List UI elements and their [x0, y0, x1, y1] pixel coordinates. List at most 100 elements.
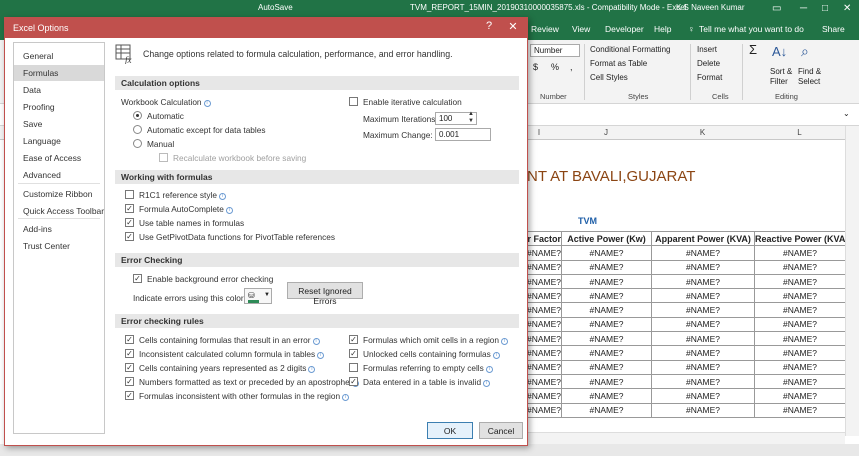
table-cell[interactable]: #NAME?	[561, 273, 652, 290]
table-header-cell[interactable]: Reactive Power (KVA	[754, 230, 846, 247]
nav-item-proofing[interactable]: Proofing	[14, 99, 104, 115]
table-cell[interactable]: #NAME?	[561, 288, 652, 304]
table-cell[interactable]: #NAME?	[754, 388, 846, 404]
rule-label[interactable]: Cells containing formulas that result in…	[139, 335, 320, 345]
tab-developer[interactable]: Developer	[605, 24, 644, 34]
automatic-radio[interactable]	[133, 111, 142, 120]
restore-icon[interactable]: ▭	[772, 3, 781, 14]
reset-ignored-errors-button[interactable]: Reset Ignored Errors	[287, 282, 363, 306]
nav-item-add-ins[interactable]: Add-ins	[14, 221, 104, 237]
nav-item-customize-ribbon[interactable]: Customize Ribbon	[14, 186, 104, 202]
working-option-label[interactable]: Formula AutoComplete i	[139, 204, 233, 214]
table-cell[interactable]: #NAME?	[754, 345, 846, 361]
table-cell[interactable]: #NAME?	[754, 302, 846, 318]
rule-label[interactable]: Data entered in a table is invalid i	[363, 377, 491, 387]
enable-background-checking-label[interactable]: Enable background error checking	[147, 274, 273, 284]
max-change-input[interactable]: 0.001	[435, 128, 491, 141]
rule-checkbox[interactable]: ✓	[125, 377, 134, 386]
manual-label[interactable]: Manual	[147, 139, 174, 149]
delete-cells-button[interactable]: Delete	[697, 59, 720, 68]
expand-formula-bar-icon[interactable]: ⌄	[843, 109, 850, 118]
table-cell[interactable]: #NAME?	[754, 331, 846, 347]
sort-filter-button[interactable]: Sort &	[770, 67, 792, 76]
table-cell[interactable]: #NAME?	[651, 288, 755, 304]
enable-background-checking-checkbox[interactable]: ✓	[133, 274, 142, 283]
table-header-cell[interactable]: Apparent Power (KVA)	[651, 230, 755, 247]
table-cell[interactable]: #NAME?	[651, 359, 755, 375]
nav-item-save[interactable]: Save	[14, 116, 104, 132]
conditional-formatting-button[interactable]: Conditional Formatting	[590, 45, 670, 54]
rule-checkbox[interactable]: ✓	[125, 363, 134, 372]
table-cell[interactable]: #NAME?	[561, 345, 652, 361]
rule-label[interactable]: Formulas referring to empty cells i	[363, 363, 493, 373]
percent-button[interactable]: %	[551, 62, 559, 72]
working-option-label[interactable]: Use GetPivotData functions for PivotTabl…	[139, 232, 335, 242]
table-cell[interactable]: #NAME?	[754, 245, 846, 261]
cell-styles-button[interactable]: Cell Styles	[590, 73, 628, 82]
rule-checkbox[interactable]: ✓	[125, 391, 134, 400]
format-cells-button[interactable]: Format	[697, 73, 722, 82]
spinner-arrows-icon[interactable]: ▲ ▼	[468, 111, 474, 125]
table-cell[interactable]: #NAME?	[561, 359, 652, 375]
tab-review[interactable]: Review	[531, 24, 559, 34]
table-cell[interactable]: #NAME?	[651, 273, 755, 290]
rule-label[interactable]: Cells containing years represented as 2 …	[139, 363, 316, 373]
nav-item-data[interactable]: Data	[14, 82, 104, 98]
table-cell[interactable]: #NAME?	[651, 331, 755, 347]
currency-button[interactable]: $	[533, 62, 538, 72]
tell-me-search[interactable]: Tell me what you want to do	[699, 24, 804, 34]
automatic-except-label[interactable]: Automatic except for data tables	[147, 125, 266, 135]
working-option-checkbox[interactable]: ✓	[125, 204, 134, 213]
manual-radio[interactable]	[133, 139, 142, 148]
table-cell[interactable]: #NAME?	[754, 288, 846, 304]
table-cell[interactable]: #NAME?	[561, 402, 652, 418]
nav-item-quick-access-toolbar[interactable]: Quick Access Toolbar	[14, 203, 104, 219]
nav-item-trust-center[interactable]: Trust Center	[14, 238, 104, 254]
rule-label[interactable]: Inconsistent calculated column formula i…	[139, 349, 325, 359]
table-cell[interactable]: #NAME?	[561, 302, 652, 318]
rule-label[interactable]: Formulas inconsistent with other formula…	[139, 391, 350, 401]
dialog-title-bar[interactable]: Excel Options ? ✕	[5, 18, 527, 38]
nav-item-general[interactable]: General	[14, 48, 104, 64]
table-cell[interactable]: #NAME?	[561, 373, 652, 390]
vertical-scrollbar[interactable]	[845, 126, 859, 436]
rule-label[interactable]: Formulas which omit cells in a region i	[363, 335, 509, 345]
working-option-checkbox[interactable]	[125, 190, 134, 199]
table-cell[interactable]: #NAME?	[561, 316, 652, 333]
table-cell[interactable]: #NAME?	[754, 402, 846, 418]
column-header[interactable]: J	[561, 128, 651, 137]
find-select-button-line2[interactable]: Select	[798, 77, 820, 86]
format-as-table-button[interactable]: Format as Table	[590, 59, 647, 68]
recalc-before-save-checkbox[interactable]	[159, 153, 168, 162]
rule-label[interactable]: Numbers formatted as text or preceded by…	[139, 377, 359, 387]
working-option-label[interactable]: R1C1 reference style i	[139, 190, 226, 200]
table-cell[interactable]: #NAME?	[561, 259, 652, 275]
nav-item-advanced[interactable]: Advanced	[14, 167, 104, 183]
nav-item-language[interactable]: Language	[14, 133, 104, 149]
insert-cells-button[interactable]: Insert	[697, 45, 717, 54]
enable-iterative-checkbox[interactable]	[349, 97, 358, 106]
rule-checkbox[interactable]: ✓	[125, 349, 134, 358]
autosave-label[interactable]: AutoSave	[258, 3, 293, 12]
table-cell[interactable]: #NAME?	[651, 345, 755, 361]
close-icon[interactable]: ✕	[843, 3, 851, 14]
rule-checkbox[interactable]: ✓	[125, 335, 134, 344]
autosum-button[interactable]: Σ	[749, 42, 757, 57]
rule-checkbox[interactable]: ✓	[349, 349, 358, 358]
table-cell[interactable]: #NAME?	[754, 273, 846, 290]
table-cell[interactable]: #NAME?	[561, 245, 652, 261]
column-header[interactable]: L	[754, 128, 845, 137]
horizontal-scrollbar[interactable]	[528, 432, 845, 444]
column-header[interactable]: K	[651, 128, 754, 137]
table-cell[interactable]: #NAME?	[754, 316, 846, 333]
table-cell[interactable]: #NAME?	[754, 359, 846, 375]
share-button[interactable]: Share	[822, 24, 845, 34]
cancel-button[interactable]: Cancel	[479, 422, 523, 439]
nav-item-formulas[interactable]: Formulas	[14, 65, 104, 81]
table-cell[interactable]: #NAME?	[561, 331, 652, 347]
user-name[interactable]: K S Naveen Kumar	[676, 3, 744, 12]
rule-checkbox[interactable]	[349, 363, 358, 372]
table-cell[interactable]: #NAME?	[651, 245, 755, 261]
rule-checkbox[interactable]: ✓	[349, 335, 358, 344]
tab-help[interactable]: Help	[654, 24, 671, 34]
